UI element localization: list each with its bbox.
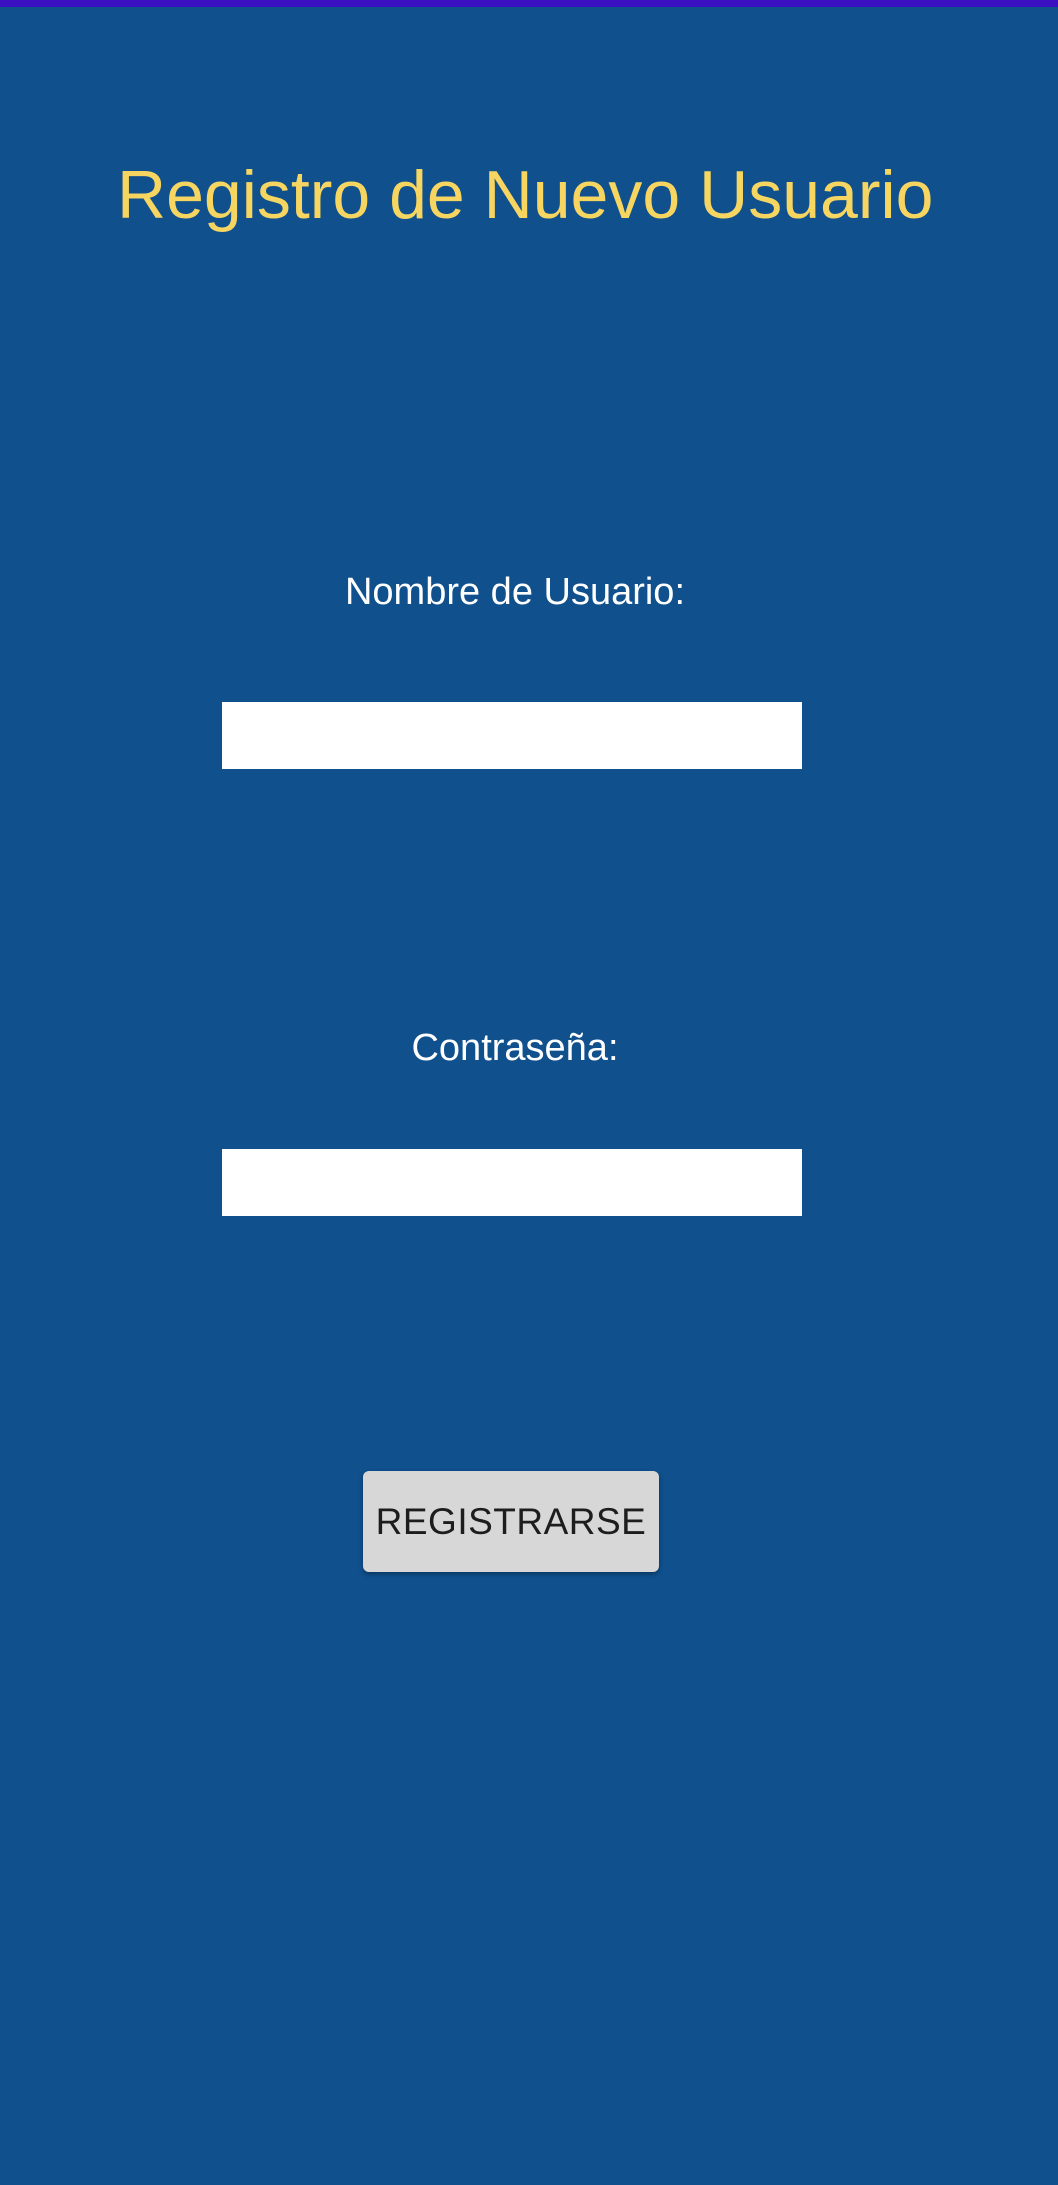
status-bar-strip [0,0,1058,7]
page-title: Registro de Nuevo Usuario [117,157,934,233]
password-label: Contraseña: [411,1027,619,1069]
password-input[interactable] [222,1149,802,1216]
registration-screen: Registro de Nuevo Usuario Nombre de Usua… [0,0,1058,2185]
username-input[interactable] [222,702,802,769]
register-button[interactable]: REGISTRARSE [363,1471,659,1572]
username-label: Nombre de Usuario: [344,571,686,613]
